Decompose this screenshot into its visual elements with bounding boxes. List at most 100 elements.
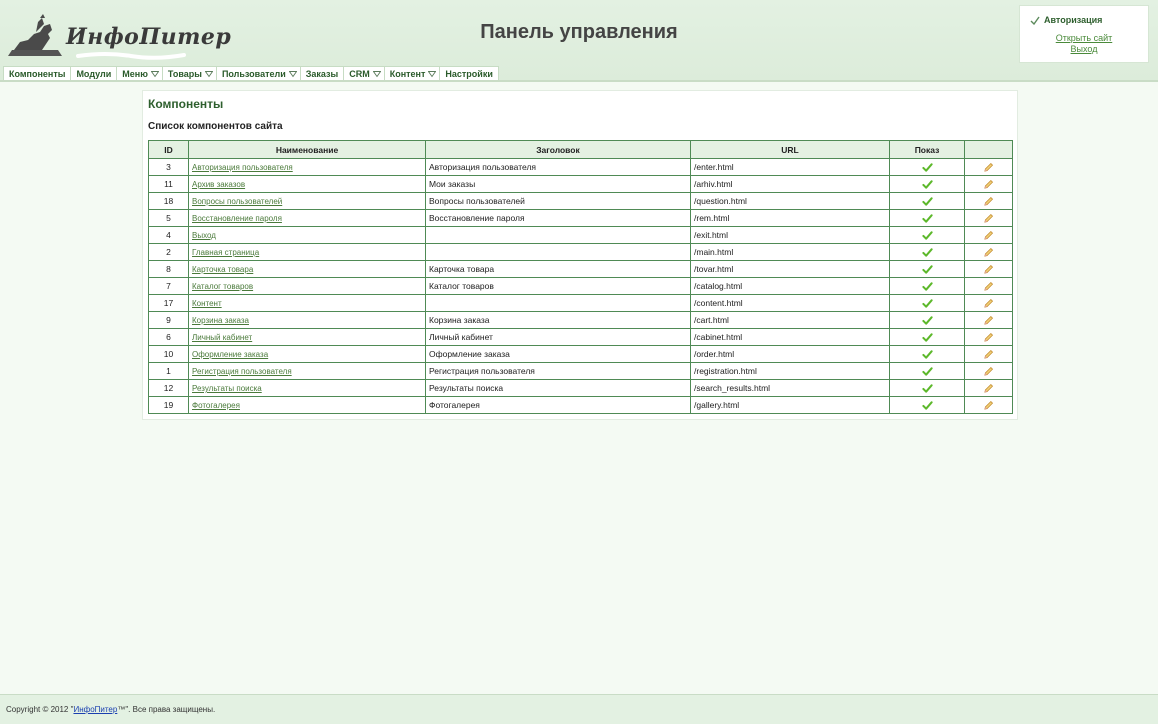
nav-item-7[interactable]: Контент: [383, 66, 441, 81]
cell-name: Главная страница: [188, 243, 426, 261]
logout-link[interactable]: Выход: [1020, 44, 1148, 54]
cell-show[interactable]: [889, 209, 965, 227]
component-name-link[interactable]: Восстановление пароля: [192, 214, 282, 223]
cell-show[interactable]: [889, 243, 965, 261]
component-name-link[interactable]: Каталог товаров: [192, 282, 253, 291]
cell-name: Корзина заказа: [188, 311, 426, 329]
cell-edit[interactable]: [964, 243, 1013, 261]
nav-item-5[interactable]: Заказы: [299, 66, 345, 81]
nav-item-3[interactable]: Товары: [161, 66, 217, 81]
cell-show[interactable]: [889, 277, 965, 295]
component-name-link[interactable]: Архив заказов: [192, 180, 245, 189]
cell-id: 2: [148, 243, 189, 261]
cell-edit[interactable]: [964, 328, 1013, 346]
nav-item-2[interactable]: Меню: [116, 66, 163, 81]
cell-edit[interactable]: [964, 226, 1013, 244]
main-nav: Компоненты Модули Меню Товары Пользователи За…: [3, 66, 499, 81]
table-row: 4 Выход/exit.html: [148, 226, 1013, 244]
cell-edit[interactable]: [964, 311, 1013, 329]
nav-item-label: Меню: [122, 69, 148, 79]
pencil-icon[interactable]: [983, 247, 994, 258]
triangle-down-icon[interactable]: [204, 70, 213, 78]
cell-id: 19: [148, 396, 189, 414]
table-row: 9 Корзина заказа Корзина заказа/cart.html: [148, 311, 1013, 329]
cell-show[interactable]: [889, 345, 965, 363]
cell-show[interactable]: [889, 311, 965, 329]
component-name-link[interactable]: Авторизация пользователя: [192, 163, 293, 172]
cell-show[interactable]: [889, 396, 965, 414]
triangle-down-icon[interactable]: [150, 70, 159, 78]
open-site-link[interactable]: Открыть сайт: [1020, 33, 1148, 43]
cell-name: Регистрация пользователя: [188, 362, 426, 380]
cell-edit[interactable]: [964, 260, 1013, 278]
pencil-icon[interactable]: [983, 196, 994, 207]
component-name-link[interactable]: Главная страница: [192, 248, 259, 257]
pencil-icon[interactable]: [983, 264, 994, 275]
component-name-link[interactable]: Регистрация пользователя: [192, 367, 292, 376]
triangle-down-icon[interactable]: [428, 70, 437, 78]
pencil-icon[interactable]: [983, 162, 994, 173]
nav-item-1[interactable]: Модули: [70, 66, 118, 81]
cell-title: Авторизация пользователя: [425, 158, 691, 176]
pencil-icon[interactable]: [983, 315, 994, 326]
pencil-icon[interactable]: [983, 366, 994, 377]
cell-show[interactable]: [889, 294, 965, 312]
cell-show[interactable]: [889, 328, 965, 346]
cell-show[interactable]: [889, 260, 965, 278]
component-name-link[interactable]: Корзина заказа: [192, 316, 249, 325]
cell-url: /exit.html: [690, 226, 890, 244]
cell-edit[interactable]: [964, 396, 1013, 414]
cell-show[interactable]: [889, 175, 965, 193]
pencil-icon[interactable]: [983, 298, 994, 309]
nav-item-0[interactable]: Компоненты: [3, 66, 72, 81]
component-name-link[interactable]: Выход: [192, 231, 216, 240]
pencil-icon[interactable]: [983, 213, 994, 224]
cell-show[interactable]: [889, 158, 965, 176]
pencil-icon[interactable]: [983, 349, 994, 360]
cell-edit[interactable]: [964, 158, 1013, 176]
pencil-icon[interactable]: [983, 383, 994, 394]
check-icon: [921, 315, 933, 325]
nav-item-4[interactable]: Пользователи: [215, 66, 301, 81]
nav-item-label: Модули: [76, 69, 112, 79]
footer-brand-link[interactable]: ИнфоПитер: [73, 705, 117, 714]
cell-name: Оформление заказа: [188, 345, 426, 363]
cell-edit[interactable]: [964, 294, 1013, 312]
cell-url: /content.html: [690, 294, 890, 312]
component-name-link[interactable]: Личный кабинет: [192, 333, 252, 342]
cell-show[interactable]: [889, 192, 965, 210]
nav-item-8[interactable]: Настройки: [439, 66, 499, 81]
component-name-link[interactable]: Фотогалерея: [192, 401, 240, 410]
table-row: 19 Фотогалерея Фотогалерея/gallery.html: [148, 396, 1013, 414]
column-header-0: ID: [148, 140, 189, 159]
cell-edit[interactable]: [964, 209, 1013, 227]
cell-edit[interactable]: [964, 379, 1013, 397]
triangle-down-icon[interactable]: [372, 70, 381, 78]
cell-url: /arhiv.html: [690, 175, 890, 193]
pencil-icon[interactable]: [983, 281, 994, 292]
cell-show[interactable]: [889, 379, 965, 397]
cell-edit[interactable]: [964, 345, 1013, 363]
cell-edit[interactable]: [964, 192, 1013, 210]
table-row: 11 Архив заказов Мои заказы/arhiv.html: [148, 175, 1013, 193]
cell-edit[interactable]: [964, 362, 1013, 380]
component-name-link[interactable]: Результаты поиска: [192, 384, 262, 393]
cell-id: 6: [148, 328, 189, 346]
component-name-link[interactable]: Карточка товара: [192, 265, 253, 274]
cell-title: Вопросы пользователей: [425, 192, 691, 210]
pencil-icon[interactable]: [983, 400, 994, 411]
column-header-2: Заголовок: [425, 140, 691, 159]
cell-show[interactable]: [889, 226, 965, 244]
pencil-icon[interactable]: [983, 332, 994, 343]
triangle-down-icon[interactable]: [288, 70, 297, 78]
component-name-link[interactable]: Вопросы пользователей: [192, 197, 282, 206]
cell-edit[interactable]: [964, 175, 1013, 193]
pencil-icon[interactable]: [983, 230, 994, 241]
cell-name: Вопросы пользователей: [188, 192, 426, 210]
component-name-link[interactable]: Контент: [192, 299, 222, 308]
cell-show[interactable]: [889, 362, 965, 380]
pencil-icon[interactable]: [983, 179, 994, 190]
nav-item-6[interactable]: CRM: [343, 66, 385, 81]
cell-edit[interactable]: [964, 277, 1013, 295]
component-name-link[interactable]: Оформление заказа: [192, 350, 268, 359]
